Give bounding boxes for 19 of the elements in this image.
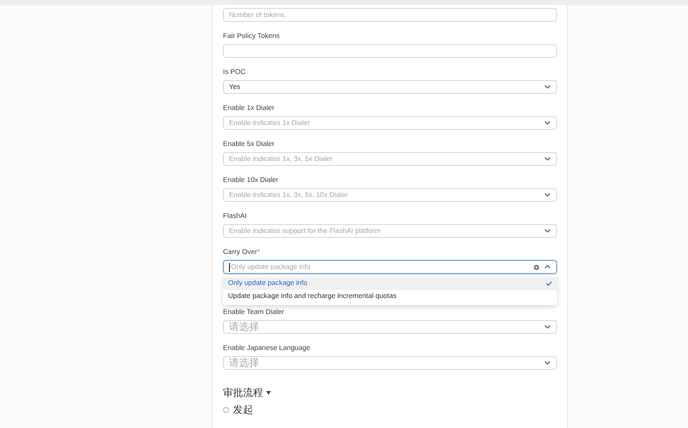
chevron-down-icon — [544, 84, 551, 90]
chevron-down-icon — [544, 228, 551, 234]
step-label: 发起 — [233, 404, 253, 417]
section-title: 审批流程 — [223, 386, 263, 400]
chevron-up-icon — [544, 264, 551, 270]
settings-icon[interactable] — [533, 264, 540, 270]
select-field[interactable]: 请选择 — [223, 356, 557, 370]
chevron-down-icon — [544, 360, 551, 366]
input-field[interactable] — [223, 44, 557, 58]
chevron-down-icon — [544, 192, 551, 198]
chevron-down-icon — [544, 324, 551, 330]
chevron-down-icon — [544, 120, 551, 126]
dropdown-triangle-icon[interactable] — [266, 391, 271, 395]
check-icon — [546, 281, 552, 286]
select-field[interactable]: 请选择 — [223, 320, 557, 334]
chevron-down-icon — [544, 156, 551, 162]
placeholder-text: 请选择 — [229, 320, 259, 334]
step-dot — [223, 407, 229, 413]
placeholder-text: 请选择 — [229, 356, 259, 370]
